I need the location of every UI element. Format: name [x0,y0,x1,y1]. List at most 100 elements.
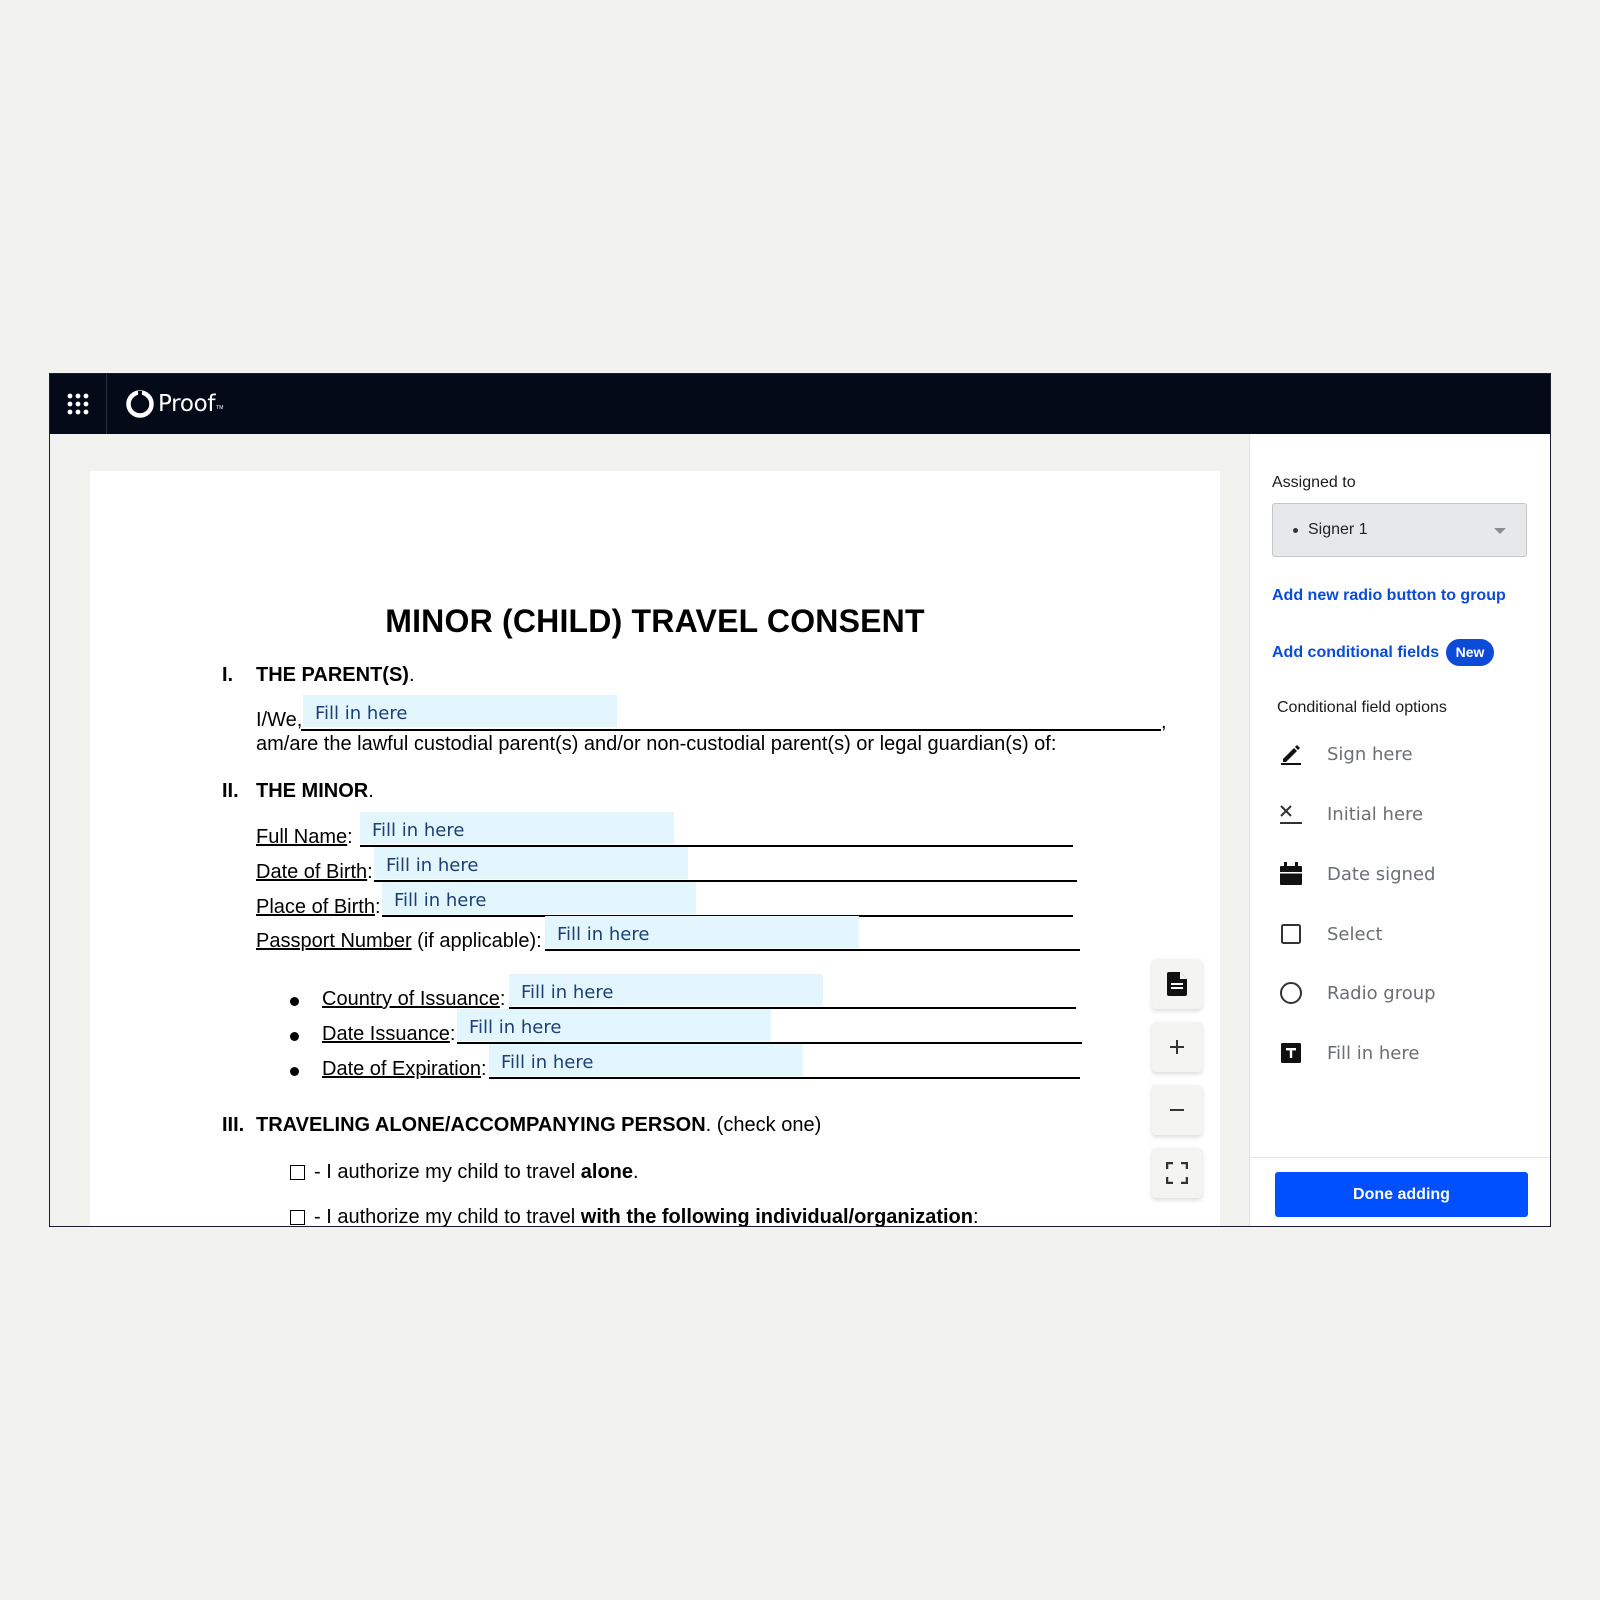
label-colon: : [449,1023,456,1045]
radio-icon [1278,980,1304,1006]
fill-field-date-of-expiration[interactable]: Fill in here [489,1044,803,1076]
done-adding-button[interactable]: Done adding [1275,1172,1528,1217]
country-label: Country of Issuance: [322,988,505,1011]
option-end: : [972,1206,979,1227]
document-canvas[interactable]: MINOR (CHILD) TRAVEL CONSENT I. THE PAREN… [50,434,1249,1227]
option-fill-in-here[interactable]: Fill in here [1278,1035,1528,1071]
pob-label-text: Place of Birth [256,896,375,918]
fill-field-date-issuance[interactable]: Fill in here [457,1009,771,1041]
full-name-label: Full Name: [256,826,353,849]
passport-label-text: Passport Number [256,930,412,952]
fill-field-place-of-birth[interactable]: Fill in here [382,882,696,914]
section-parents-heading: I. THE PARENT(S). [222,664,415,687]
minus-icon [1170,1109,1184,1111]
section-dot: . [368,780,374,802]
assigned-to-value: Signer 1 [1308,521,1368,538]
document-icon [1167,972,1187,996]
parent-name-line [301,729,1161,731]
custodial-text: am/are the lawful custodial parent(s) an… [256,733,1057,755]
fullscreen-button[interactable] [1152,1148,1202,1198]
option-sign-here[interactable]: Sign here [1278,736,1528,772]
section-number: II. [222,780,239,802]
label-colon: : [347,826,353,848]
fill-field-country-of-issuance[interactable]: Fill in here [509,974,823,1006]
calendar-icon [1278,861,1304,887]
option-label: Initial here [1327,803,1424,825]
fill-field-passport-number[interactable]: Fill in here [545,916,859,948]
app-launcher-button[interactable] [50,374,107,434]
label-colon: : [374,896,381,918]
fill-field-full-name[interactable]: Fill in here [360,812,674,844]
section-title: THE PARENT(S) [256,664,409,686]
bullet [290,1032,299,1041]
chevron-down-icon [1494,528,1506,534]
signer-dot [1293,527,1298,533]
section-suffix: . (check one) [705,1114,822,1136]
option-select[interactable]: Select [1278,916,1528,952]
assigned-to-select[interactable]: Signer 1 [1272,503,1527,557]
option-text: - I authorize my child to travel [314,1161,581,1183]
dob-label-text: Date of Birth [256,861,368,883]
label-colon: : [367,861,373,883]
full-name-label-text: Full Name [256,826,348,848]
option-label: Select [1327,923,1383,945]
section-title: TRAVELING ALONE/ACCOMPANYING PERSON [256,1114,706,1136]
option-date-signed[interactable]: Date signed [1278,856,1528,892]
passport-line [545,949,1080,951]
pen-icon [1278,741,1304,767]
top-bar: Proof TM [50,374,1550,434]
add-radio-button-link[interactable]: Add new radio button to group [1272,587,1506,605]
section-number: I. [222,664,234,686]
document-page: MINOR (CHILD) TRAVEL CONSENT I. THE PAREN… [90,471,1220,1227]
option-radio-group[interactable]: Radio group [1278,975,1528,1011]
proof-logo-icon [126,390,154,418]
field-options-panel: Assigned to Signer 1 Add new radio butto… [1249,434,1550,1226]
zoom-out-button[interactable] [1152,1085,1202,1135]
document-title: MINOR (CHILD) TRAVEL CONSENT [385,603,925,639]
option-travel-alone: - I authorize my child to travel alone. [314,1161,639,1184]
checkbox-travel-alone[interactable] [290,1165,305,1180]
option-text: - I authorize my child to travel [314,1206,581,1227]
comma: , [1161,711,1167,733]
option-label: Fill in here [1327,1042,1420,1064]
new-badge: New [1446,639,1494,666]
bullet [290,1067,299,1076]
passport-label: Passport Number (if applicable): [256,930,542,953]
option-emphasis: alone [580,1161,634,1183]
section-minor-heading: II. THE MINOR. [222,780,374,803]
fill-field-parent-name[interactable]: Fill in here [303,695,617,727]
date-expiration-label-text: Date of Expiration [322,1058,481,1080]
zoom-in-button[interactable] [1152,1022,1202,1072]
brand-trademark: TM [216,405,224,411]
option-initial-here[interactable]: Initial here [1278,796,1528,832]
option-label: Date signed [1327,863,1436,885]
checkbox-travel-with[interactable] [290,1210,305,1225]
label-colon: : [480,1058,487,1080]
document-view-button[interactable] [1152,959,1202,1009]
country-label-text: Country of Issuance [322,988,500,1010]
plus-icon [1170,1040,1184,1054]
passport-suffix: (if applicable): [411,930,542,952]
date-issuance-label-text: Date Issuance [322,1023,450,1045]
fullscreen-icon [1166,1162,1188,1184]
section-dot: . [408,664,415,686]
fill-field-date-of-birth[interactable]: Fill in here [374,847,688,879]
grid-icon [67,393,89,415]
panel-divider [1250,1157,1550,1158]
conditional-options-label: Conditional field options [1277,699,1447,716]
pob-label: Place of Birth: [256,896,381,919]
text-field-icon [1278,1040,1304,1066]
iwe-label: I/We, [256,709,303,731]
option-label: Sign here [1327,743,1413,765]
section-traveling-heading: III. TRAVELING ALONE/ACCOMPANYING PERSON.… [222,1114,821,1137]
bullet [290,997,299,1006]
brand-logo[interactable]: Proof TM [126,389,223,419]
option-travel-with: - I authorize my child to travel with th… [314,1206,979,1227]
section-number: III. [222,1114,245,1136]
dob-label: Date of Birth: [256,861,373,884]
date-issuance-label: Date Issuance: [322,1023,455,1046]
add-conditional-fields-link[interactable]: Add conditional fields [1272,644,1439,662]
checkbox-icon [1278,921,1304,947]
label-colon: : [499,988,506,1010]
date-expiration-line [489,1077,1080,1079]
